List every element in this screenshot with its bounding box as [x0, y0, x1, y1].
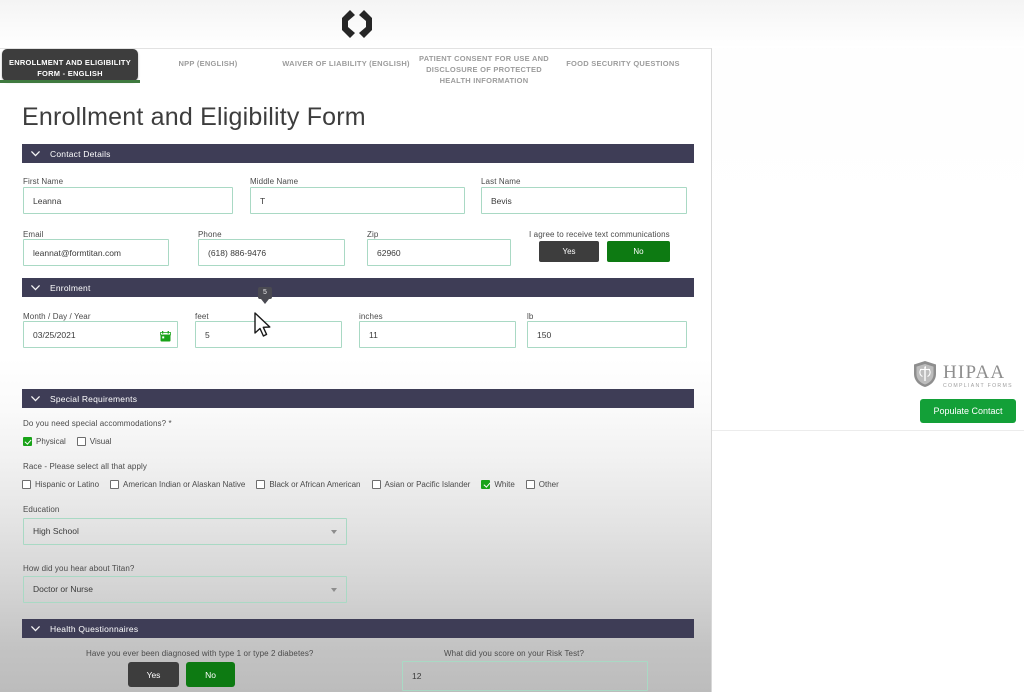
input-risk-test-score[interactable]	[402, 661, 648, 691]
section-header-special-requirements[interactable]: Special Requirements	[22, 389, 694, 408]
checkbox-white[interactable]: White	[481, 480, 515, 489]
checkbox-box-visual[interactable]	[76, 437, 86, 446]
input-last-name[interactable]	[481, 187, 687, 214]
section-header-health-questionnaires[interactable]: Health Questionnaires	[22, 619, 694, 638]
label-email: Email	[23, 230, 44, 239]
label-risk-test-question: What did you score on your Risk Test?	[444, 649, 585, 658]
consent-yes-button[interactable]: Yes	[539, 241, 599, 262]
checkbox-asian-or-pacific-islander[interactable]: Asian or Pacific Islander	[371, 480, 471, 489]
label-birth-date: Month / Day / Year	[23, 312, 91, 321]
page-title: Enrollment and Eligibility Form	[22, 103, 366, 131]
hipaa-badge: HIPAA COMPLIANT FORMS	[912, 360, 1013, 393]
input-email[interactable]	[23, 239, 169, 266]
checkbox-label-asian-or-pacific-islander: Asian or Pacific Islander	[384, 480, 471, 489]
section-header-enrolment[interactable]: Enrolment	[22, 278, 694, 297]
calendar-icon[interactable]	[160, 329, 171, 342]
tab-food-security-questions[interactable]: FOOD SECURITY QUESTIONS	[558, 49, 688, 69]
input-height-inches[interactable]	[359, 321, 516, 348]
checkbox-box-black-or-african-american[interactable]	[256, 480, 266, 489]
input-first-name[interactable]	[23, 187, 233, 214]
hipaa-badge-text: HIPAA COMPLIANT FORMS	[943, 363, 1013, 389]
checkbox-label-visual: Visual	[89, 437, 112, 446]
populate-contact-button[interactable]: Populate Contact	[920, 399, 1016, 423]
consent-no-button[interactable]: No	[607, 241, 670, 262]
input-middle-name[interactable]	[250, 187, 465, 214]
checkbox-label-white: White	[494, 480, 515, 489]
label-last-name: Last Name	[481, 177, 521, 186]
diabetes-yes-button[interactable]: Yes	[128, 662, 179, 687]
checkbox-hispanic-or-latino[interactable]: Hispanic or Latino	[22, 480, 99, 489]
select-education-value: High School	[33, 526, 79, 536]
hipaa-title: HIPAA	[943, 362, 1006, 384]
label-education: Education	[23, 505, 60, 514]
checkbox-box-asian-or-pacific-islander[interactable]	[371, 480, 381, 489]
checkbox-box-physical[interactable]	[23, 437, 32, 446]
chevron-down-icon	[31, 625, 40, 632]
section-title-special-requirements: Special Requirements	[50, 393, 138, 404]
chevron-down-icon	[331, 588, 337, 592]
label-text-consent: I agree to receive text communications	[529, 230, 670, 239]
checkbox-box-hispanic-or-latino[interactable]	[22, 480, 31, 489]
input-weight-lb[interactable]	[527, 321, 687, 348]
label-weight-lb: lb	[527, 312, 534, 321]
input-zip[interactable]	[367, 239, 511, 266]
input-height-feet[interactable]	[195, 321, 342, 348]
label-referral-source: How did you hear about Titan?	[23, 564, 135, 573]
select-referral-source-value: Doctor or Nurse	[33, 584, 93, 594]
section-header-contact-details[interactable]: Contact Details	[22, 144, 694, 163]
chevron-brackets-logo-icon	[336, 6, 378, 42]
tab-patient-consent-phi[interactable]: PATIENT CONSENT FOR USE AND DISCLOSURE O…	[414, 49, 554, 86]
app-root: ENROLLMENT AND ELIGIBILITY FORM - ENGLIS…	[0, 0, 1024, 692]
form-tab-bar: ENROLLMENT AND ELIGIBILITY FORM - ENGLIS…	[0, 49, 711, 87]
chevron-down-icon	[31, 150, 40, 157]
checkbox-box-white[interactable]	[481, 480, 491, 489]
input-phone[interactable]	[198, 239, 345, 266]
chevron-down-icon	[331, 530, 337, 534]
diabetes-no-button[interactable]: No	[186, 662, 235, 687]
section-title-contact-details: Contact Details	[50, 148, 111, 159]
checkbox-box-other[interactable]	[525, 480, 535, 489]
checkbox-visual[interactable]: Visual	[76, 437, 112, 446]
label-height-inches: inches	[359, 312, 383, 321]
chevron-down-icon	[31, 284, 40, 291]
race-checkbox-group: Hispanic or Latino American Indian or Al…	[22, 480, 570, 489]
top-bar	[0, 0, 1024, 48]
checkbox-label-physical: Physical	[36, 437, 66, 446]
label-diabetes-question: Have you ever been diagnosed with type 1…	[86, 649, 314, 658]
checkbox-label-other: Other	[538, 480, 559, 489]
label-first-name: First Name	[23, 177, 64, 186]
checkbox-box-american-indian-or-alaskan-native[interactable]	[110, 480, 120, 489]
checkbox-label-hispanic-or-latino: Hispanic or Latino	[35, 480, 100, 489]
select-education[interactable]: High School	[23, 518, 347, 545]
label-phone: Phone	[198, 230, 222, 239]
section-title-health-questionnaires: Health Questionnaires	[50, 623, 139, 634]
active-tab-underline	[0, 80, 140, 83]
label-middle-name: Middle Name	[250, 177, 299, 186]
hipaa-subtitle: COMPLIANT FORMS	[943, 383, 1013, 390]
checkbox-black-or-african-american[interactable]: Black or African American	[256, 480, 361, 489]
tab-enrollment-eligibility-form-english[interactable]: ENROLLMENT AND ELIGIBILITY FORM - ENGLIS…	[2, 49, 138, 81]
label-zip: Zip	[367, 230, 379, 239]
section-title-enrolment: Enrolment	[50, 282, 91, 293]
checkbox-physical[interactable]: Physical	[23, 437, 66, 446]
checkbox-american-indian-or-alaskan-native[interactable]: American Indian or Alaskan Native	[110, 480, 245, 489]
tab-waiver-of-liability-english[interactable]: WAIVER OF LIABILITY (ENGLISH)	[272, 49, 420, 69]
slider-value-tooltip: 5	[258, 287, 272, 304]
input-birth-date[interactable]	[23, 321, 178, 348]
accommodations-checkbox-group: Physical Visual	[23, 437, 122, 446]
checkbox-other[interactable]: Other	[525, 480, 559, 489]
label-accommodations-question: Do you need special accommodations? *	[23, 419, 172, 428]
form-panel: ENROLLMENT AND ELIGIBILITY FORM - ENGLIS…	[0, 48, 712, 692]
label-height-feet: feet	[195, 312, 209, 321]
checkbox-label-american-indian-or-alaskan-native: American Indian or Alaskan Native	[123, 480, 246, 489]
rail-divider	[712, 430, 1024, 431]
checkbox-label-black-or-african-american: Black or African American	[269, 480, 361, 489]
shield-caduceus-icon	[912, 360, 938, 393]
tab-npp-english[interactable]: NPP (ENGLISH)	[150, 49, 266, 69]
select-referral-source[interactable]: Doctor or Nurse	[23, 576, 347, 603]
label-race-question: Race - Please select all that apply	[23, 462, 148, 471]
chevron-down-icon	[31, 395, 40, 402]
